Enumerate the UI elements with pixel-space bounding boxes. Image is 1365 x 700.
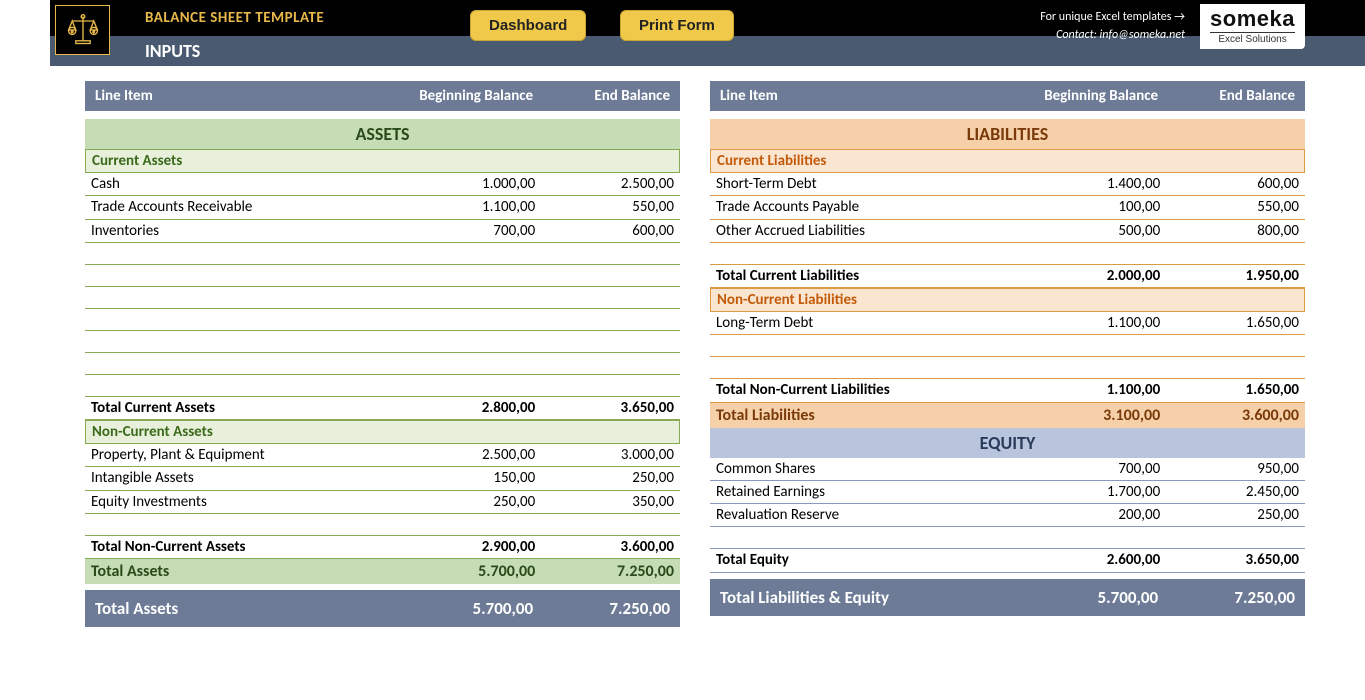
- empty-row[interactable]: [85, 353, 680, 375]
- empty-row[interactable]: [710, 357, 1305, 379]
- col-begin: Beginning Balance: [396, 87, 533, 105]
- total-current-assets: Total Current Assets2.800,003.650,00: [85, 397, 680, 420]
- footer-total-assets: Total Assets5.700,007.250,00: [85, 590, 680, 627]
- current-liab-title: Current Liabilities: [710, 149, 1305, 173]
- empty-row[interactable]: [85, 309, 680, 331]
- table-row: Common Shares700,00950,00: [710, 458, 1305, 481]
- tagline-link[interactable]: For unique Excel templates →: [1040, 8, 1185, 26]
- table-row: Short-Term Debt1.400,00600,00: [710, 173, 1305, 196]
- total-current-liab: Total Current Liabilities2.000,001.950,0…: [710, 265, 1305, 288]
- total-noncurrent-liab: Total Non-Current Liabilities1.100,001.6…: [710, 379, 1305, 402]
- assets-panel: Line Item Beginning Balance End Balance …: [85, 81, 680, 627]
- empty-row[interactable]: [85, 265, 680, 287]
- liabilities-title: LIABILITIES: [710, 119, 1305, 149]
- noncurrent-assets-title: Non-Current Assets: [85, 420, 680, 444]
- col-end: End Balance: [533, 87, 670, 105]
- table-row: Cash1.000,002.500,00: [85, 173, 680, 196]
- table-row: Trade Accounts Receivable1.100,00550,00: [85, 196, 680, 219]
- col-end: End Balance: [1158, 87, 1295, 105]
- dashboard-button[interactable]: Dashboard: [470, 10, 586, 41]
- total-equity: Total Equity2.600,003.650,00: [710, 549, 1305, 572]
- empty-row[interactable]: [85, 287, 680, 309]
- current-assets-title: Current Assets: [85, 149, 680, 173]
- liabilities-equity-panel: Line Item Beginning Balance End Balance …: [710, 81, 1305, 627]
- table-row: Revaluation Reserve200,00250,00: [710, 504, 1305, 527]
- footer-total-liab-equity: Total Liabilities & Equity5.700,007.250,…: [710, 579, 1305, 616]
- col-begin: Beginning Balance: [1021, 87, 1158, 105]
- empty-row[interactable]: [85, 375, 680, 397]
- col-item: Line Item: [95, 87, 396, 105]
- empty-row[interactable]: [85, 514, 680, 536]
- scales-icon: $$: [55, 5, 110, 55]
- contact-text: Contact: info@someka.net: [1040, 26, 1185, 44]
- equity-title: EQUITY: [710, 428, 1305, 458]
- brand-logo: someka Excel Solutions: [1200, 4, 1305, 49]
- page-title: BALANCE SHEET TEMPLATE: [145, 9, 324, 27]
- table-row: Inventories700,00600,00: [85, 220, 680, 243]
- empty-row[interactable]: [710, 243, 1305, 265]
- table-row: Long-Term Debt1.100,001.650,00: [710, 312, 1305, 335]
- table-row: Trade Accounts Payable100,00550,00: [710, 196, 1305, 219]
- empty-row[interactable]: [710, 527, 1305, 549]
- table-row: Equity Investments250,00350,00: [85, 491, 680, 514]
- noncurrent-liab-title: Non-Current Liabilities: [710, 288, 1305, 312]
- table-row: Property, Plant & Equipment2.500,003.000…: [85, 444, 680, 467]
- total-liabilities: Total Liabilities3.100,003.600,00: [710, 403, 1305, 428]
- table-row: Other Accrued Liabilities500,00800,00: [710, 220, 1305, 243]
- assets-title: ASSETS: [85, 119, 680, 149]
- empty-row[interactable]: [85, 331, 680, 353]
- page-subtitle: INPUTS: [145, 40, 200, 62]
- col-item: Line Item: [720, 87, 1021, 105]
- empty-row[interactable]: [710, 335, 1305, 357]
- total-noncurrent-assets: Total Non-Current Assets2.900,003.600,00: [85, 536, 680, 559]
- total-assets: Total Assets5.700,007.250,00: [85, 559, 680, 584]
- print-form-button[interactable]: Print Form: [620, 10, 734, 41]
- table-row: Intangible Assets150,00250,00: [85, 467, 680, 490]
- table-row: Retained Earnings1.700,002.450,00: [710, 481, 1305, 504]
- empty-row[interactable]: [85, 243, 680, 265]
